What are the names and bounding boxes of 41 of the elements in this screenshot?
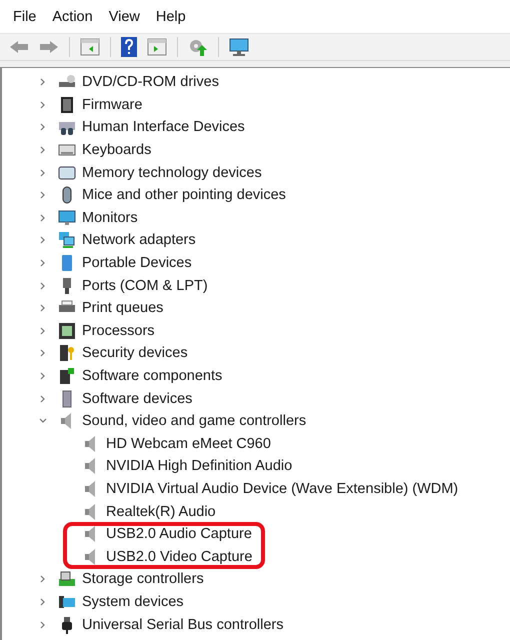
tree-item[interactable]: DVD/CD-ROM drives (82, 74, 219, 90)
network-icon (58, 231, 76, 250)
tree-item[interactable]: USB2.0 Video Capture (106, 548, 252, 565)
show-hide-tree-icon[interactable] (80, 38, 100, 56)
tree-item[interactable]: Ports (COM & LPT) (82, 278, 208, 294)
tree-item[interactable]: Mice and other pointing devices (82, 187, 286, 204)
tree-item[interactable]: Software components (82, 368, 222, 384)
menu-item[interactable]: Help (148, 8, 194, 24)
tree-item[interactable]: NVIDIA Virtual Audio Device (Wave Extensible) (WDM) (106, 480, 458, 497)
tree-item[interactable]: Portable Devices (82, 255, 192, 272)
tree-item[interactable]: Processors (82, 322, 155, 339)
tree-item[interactable]: Network adapters (82, 232, 196, 248)
tree-item[interactable]: Keyboards (82, 142, 152, 158)
menu-item[interactable]: Action (44, 8, 101, 24)
tree-item[interactable]: Print queues (82, 300, 164, 316)
tree-item[interactable]: Security devices (82, 345, 188, 362)
tree-item[interactable]: USB2.0 Audio Capture (106, 526, 252, 542)
tree-item[interactable]: Software devices (82, 390, 192, 407)
memory-card-icon (58, 164, 76, 182)
tree-item[interactable]: Memory technology devices (82, 164, 262, 181)
tree-item[interactable]: Firmware (82, 96, 142, 113)
tree-item[interactable]: Universal Serial Bus controllers (82, 616, 284, 633)
monitor-icon[interactable] (229, 37, 251, 57)
forward-arrow-icon[interactable] (39, 39, 59, 55)
tree-item[interactable]: HD Webcam eMeet C960 (106, 436, 271, 452)
help-icon[interactable] (121, 37, 137, 57)
monitor-icon (58, 208, 76, 227)
tree-item[interactable]: NVIDIA High Definition Audio (106, 458, 292, 474)
key-icon (58, 344, 76, 362)
tree-item[interactable]: Realtek(R) Audio (106, 504, 216, 520)
action-pane-icon[interactable] (147, 38, 167, 56)
tree-item[interactable]: Monitors (82, 210, 138, 226)
tree-item[interactable]: Human Interface Devices (82, 119, 245, 136)
processor-icon (58, 322, 76, 340)
tree-item[interactable]: System devices (82, 594, 184, 610)
tree-item[interactable]: Sound, video and game controllers (82, 413, 306, 430)
tree-item[interactable]: Storage controllers (82, 571, 204, 588)
menu-item[interactable]: File (5, 8, 44, 24)
back-arrow-icon[interactable] (9, 39, 29, 55)
storage-icon (58, 570, 76, 588)
menu-item[interactable]: View (100, 8, 148, 24)
